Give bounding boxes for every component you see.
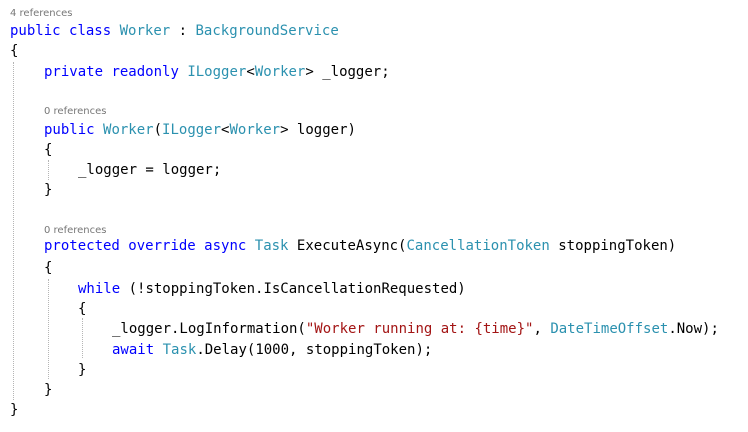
code-line-brace: } — [44, 380, 52, 400]
code-text: ExecuteAsync( — [288, 238, 407, 254]
code-text: } — [44, 182, 53, 198]
indent-guide — [48, 160, 49, 180]
code-line-method-declaration: protected override async Task ExecuteAsy… — [44, 236, 676, 256]
code-text: } — [10, 402, 19, 418]
type-name: DateTimeOffset — [550, 321, 669, 337]
indent-guide — [82, 318, 83, 358]
keyword: async — [204, 238, 247, 254]
type-name: Task — [254, 238, 289, 254]
code-text: (!stoppingToken.IsCancellationRequested) — [120, 281, 466, 297]
keyword: readonly — [111, 64, 179, 80]
code-text: } — [44, 382, 53, 398]
code-text: .Now); — [668, 321, 719, 337]
type-name: ILogger — [162, 122, 222, 138]
indent-guide — [13, 62, 14, 400]
keyword: protected — [44, 238, 120, 254]
code-text: { — [78, 301, 87, 317]
keyword: public — [44, 122, 95, 138]
code-text: } — [78, 362, 87, 378]
code-text: ( — [153, 122, 163, 138]
code-line-brace: { — [10, 41, 18, 61]
code-text: .Delay(1000, stoppingToken); — [196, 342, 433, 358]
code-line-field-declaration: private readonly ILogger<Worker> _logger… — [44, 62, 390, 82]
type-name: ILogger — [187, 64, 247, 80]
code-line-log-call: _logger.LogInformation("Worker running a… — [112, 319, 719, 339]
type-name: Task — [162, 342, 197, 358]
keyword: await — [112, 342, 155, 358]
code-line-class-declaration: public class Worker : BackgroundService — [10, 21, 339, 41]
code-text: > _logger; — [305, 64, 390, 80]
code-line-brace: { — [78, 299, 86, 319]
code-line-brace: } — [10, 400, 18, 420]
code-line-brace: { — [44, 140, 52, 160]
type-name: Worker — [229, 122, 281, 138]
keyword: private — [44, 64, 104, 80]
code-lens-references[interactable]: 4 references — [10, 7, 73, 21]
code-line-brace: { — [44, 258, 52, 278]
code-line-brace: } — [78, 360, 86, 380]
type-name: CancellationToken — [406, 238, 550, 254]
code-text: : — [170, 23, 196, 39]
code-text: { — [44, 260, 53, 276]
code-line-assignment: _logger = logger; — [78, 160, 221, 180]
keyword: class — [69, 23, 112, 39]
indent-guide — [48, 279, 49, 379]
type-name: Worker — [119, 23, 171, 39]
code-text: < — [246, 64, 255, 80]
code-text: , — [533, 321, 551, 337]
code-line-while: while (!stoppingToken.IsCancellationRequ… — [78, 279, 466, 299]
code-line-await-delay: await Task.Delay(1000, stoppingToken); — [112, 340, 432, 360]
keyword: while — [78, 281, 121, 297]
type-name: Worker — [254, 64, 306, 80]
type-name: BackgroundService — [195, 23, 339, 39]
code-editor[interactable]: 4 references public class Worker : Backg… — [0, 0, 748, 432]
code-line-constructor: public Worker(ILogger<Worker> logger) — [44, 120, 356, 140]
code-text: > logger) — [280, 122, 356, 138]
code-text: { — [10, 43, 19, 59]
type-name: Worker — [103, 122, 154, 138]
keyword: override — [128, 238, 196, 254]
code-text: stoppingToken) — [549, 238, 677, 254]
code-line-brace: } — [44, 180, 52, 200]
code-text: { — [44, 142, 53, 158]
code-lens-references[interactable]: 0 references — [44, 105, 107, 119]
code-text: _logger = logger; — [78, 162, 222, 178]
string-literal: "Worker running at: {time}" — [305, 321, 534, 337]
keyword: public — [10, 23, 61, 39]
code-text: _logger.LogInformation( — [112, 321, 306, 337]
